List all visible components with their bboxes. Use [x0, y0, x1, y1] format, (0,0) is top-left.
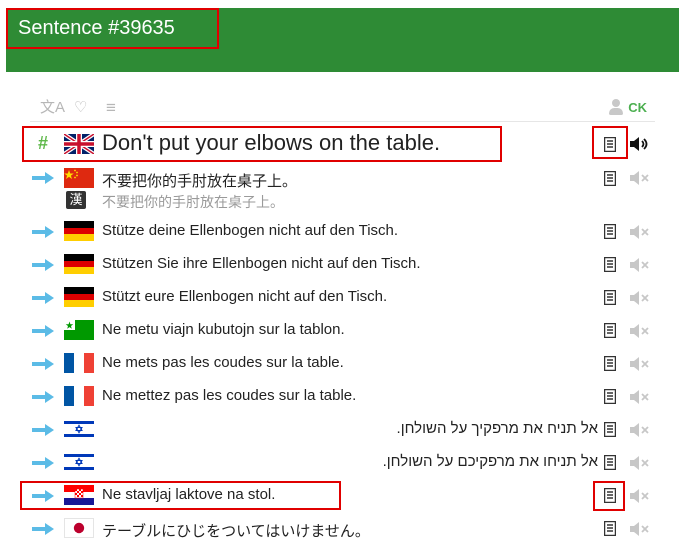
audio-unavailable-icon [630, 291, 649, 305]
translation-text: אל תניחו את מרפקיכם על השולחן. [382, 453, 598, 470]
flag-de-icon [64, 221, 94, 241]
flag-de-icon [64, 287, 94, 307]
arrow-right-icon [32, 391, 54, 403]
translation-row: Ne mettez pas les coudes sur la table. [30, 386, 655, 410]
flag-eo-icon [64, 320, 94, 340]
flag-cn-icon [64, 168, 94, 188]
translation-row: אל תניח את מרפקיך על השולחן. [30, 419, 655, 443]
copy-icon[interactable] [604, 224, 616, 239]
user-icon [608, 98, 624, 116]
arrow-right-icon [32, 172, 54, 184]
flag-de-icon [64, 254, 94, 274]
translation-text: Stützt eure Ellenbogen nicht auf den Tis… [102, 288, 388, 305]
audio-unavailable-icon [630, 456, 649, 470]
audio-unavailable-icon [630, 324, 649, 338]
flag-fr-icon [64, 386, 94, 406]
audio-unavailable-icon [630, 522, 649, 536]
arrow-right-icon [32, 523, 54, 535]
arrow-right-icon [32, 358, 54, 370]
arrow-right-icon [32, 259, 54, 271]
copy-icon[interactable] [604, 455, 616, 470]
arrow-right-icon [32, 226, 54, 238]
flag-jp-icon [64, 518, 94, 538]
audio-unavailable-icon [630, 225, 649, 239]
transliteration-text: 不要把你的手肘放在桌子上。 [102, 194, 284, 210]
copy-icon[interactable] [604, 171, 616, 186]
translation-text: Ne mets pas les coudes sur la table. [102, 354, 344, 371]
translation-row: Stütze deine Ellenbogen nicht auf den Ti… [30, 221, 655, 245]
translation-row: Stützen Sie ihre Ellenbogen nicht auf de… [30, 254, 655, 278]
heart-icon[interactable]: ♡ [74, 98, 87, 118]
translation-row: Stützt eure Ellenbogen nicht auf den Tis… [30, 287, 655, 311]
flag-il-icon [64, 452, 94, 472]
page-title: Sentence #39635 [6, 8, 219, 49]
script-badge-icon[interactable]: 漢 [66, 191, 86, 209]
arrow-right-icon [32, 325, 54, 337]
copy-icon[interactable] [604, 290, 616, 305]
translation-text: テーブルにひじをついてはいけません。 [102, 523, 370, 540]
translation-text: 不要把你的手肘放在桌子上。 [102, 173, 298, 190]
toolbar-divider [30, 121, 655, 122]
list-icon[interactable]: ≡ [106, 98, 116, 118]
copy-icon[interactable] [604, 521, 616, 536]
audio-unavailable-icon [630, 423, 649, 437]
audio-play-icon[interactable] [629, 136, 651, 152]
translation-text: Stütze deine Ellenbogen nicht auf den Ti… [102, 222, 399, 239]
arrow-right-icon [32, 457, 54, 469]
flag-fr-icon [64, 353, 94, 373]
translation-text: Ne mettez pas les coudes sur la table. [102, 387, 357, 404]
translation-text: Stützen Sie ihre Ellenbogen nicht auf de… [102, 255, 421, 272]
owner-name[interactable]: CK [628, 100, 647, 115]
sentence-owner[interactable]: CK [608, 98, 647, 116]
copy-icon[interactable] [604, 356, 616, 371]
arrow-right-icon [32, 292, 54, 304]
arrow-right-icon [32, 424, 54, 436]
translation-row: Ne mets pas les coudes sur la table. [30, 353, 655, 377]
translation-row: אל תניחו את מרפקיכם על השולחן. [30, 452, 655, 476]
copy-icon[interactable] [604, 389, 616, 404]
translation-text: Ne metu viajn kubutojn sur la tablon. [102, 321, 345, 338]
audio-unavailable-icon [630, 390, 649, 404]
highlight-box [20, 481, 341, 510]
copy-icon[interactable] [604, 257, 616, 272]
copy-icon[interactable] [604, 422, 616, 437]
translation-row: Ne metu viajn kubutojn sur la tablon. [30, 320, 655, 344]
translation-text: אל תניח את מרפקיך על השולחן. [396, 420, 598, 437]
audio-unavailable-icon [630, 357, 649, 371]
translation-row: 不要把你的手肘放在桌子上。 漢 不要把你的手肘放在桌子上。 [30, 168, 655, 212]
audio-unavailable-icon [630, 258, 649, 272]
translate-icon[interactable]: 文A [40, 98, 65, 118]
highlight-box [593, 481, 625, 511]
copy-icon[interactable] [604, 323, 616, 338]
highlight-box [592, 126, 628, 159]
audio-unavailable-icon [630, 489, 649, 503]
sentence-toolbar: 文A ♡ ≡ CK [40, 98, 655, 120]
translation-row: テーブルにひじをついてはいけません。 [30, 518, 655, 542]
flag-il-icon [64, 419, 94, 439]
audio-unavailable-icon [630, 171, 649, 185]
highlight-box [22, 126, 502, 162]
